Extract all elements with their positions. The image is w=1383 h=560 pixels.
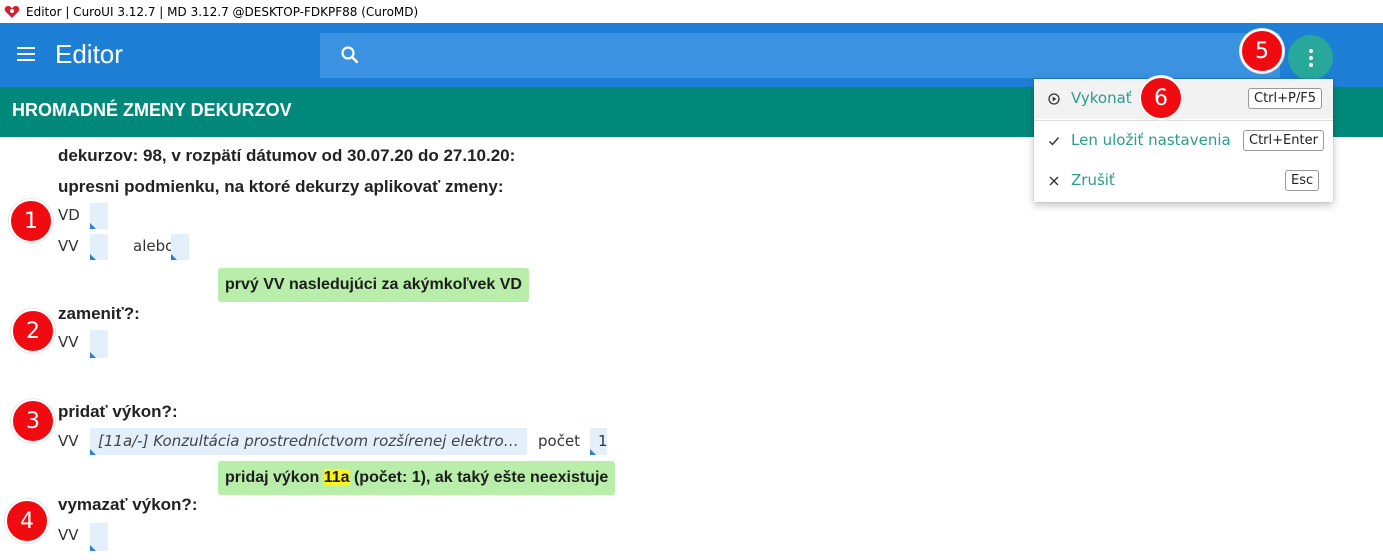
marker-1: 1	[9, 199, 53, 243]
menu-item-cancel[interactable]: Zrušiť Esc	[1034, 161, 1333, 201]
window-title: Editor | CuroUI 3.12.7 | MD 3.12.7 @DESK…	[26, 4, 419, 19]
more-vert-icon	[1308, 47, 1313, 68]
window-titlebar: Editor | CuroUI 3.12.7 | MD 3.12.7 @DESK…	[0, 0, 1383, 23]
add-hint-prefix: pridaj výkon	[225, 469, 324, 486]
condition-label: upresni podmienku, na ktoré dekurzy apli…	[58, 177, 504, 196]
menu-item-cancel-label: Zrušiť	[1071, 171, 1115, 189]
add-procedure-value: [11a/-] Konzultácia prostredníctvom rozš…	[98, 432, 527, 450]
menu-item-execute[interactable]: Vykonať Ctrl+P/F5	[1034, 79, 1333, 119]
more-options-button[interactable]	[1288, 35, 1333, 80]
count-field[interactable]: 1	[590, 428, 608, 455]
check-icon	[1049, 137, 1060, 146]
row-vv-label: VV	[58, 237, 79, 255]
marker-3: 3	[11, 399, 55, 443]
play-circle-icon	[1048, 93, 1060, 105]
delete-label: vymazať výkon?:	[58, 495, 198, 514]
marker-6: 6	[1139, 76, 1183, 120]
app-title: Editor	[55, 39, 123, 69]
menu-item-save-settings-shortcut: Ctrl+Enter	[1243, 130, 1324, 151]
or-label: alebo	[133, 237, 175, 255]
add-vv-label: VV	[58, 432, 79, 450]
replace-label: zameniť?:	[58, 304, 140, 323]
count-value: 1	[598, 432, 608, 450]
replace-vv-label: VV	[58, 333, 79, 351]
vd-field[interactable]	[90, 203, 108, 229]
menu-item-cancel-shortcut: Esc	[1285, 170, 1320, 191]
menu-item-save-settings[interactable]: Len uložiť nastavenia Ctrl+Enter	[1034, 121, 1333, 161]
vv-alt-field[interactable]	[171, 234, 189, 260]
hamburger-menu-icon[interactable]	[15, 45, 37, 63]
add-hint-suffix: (počet: 1), ak taký ešte neexistuje	[349, 469, 609, 486]
menu-item-save-settings-label: Len uložiť nastavenia	[1071, 131, 1231, 149]
search-input[interactable]	[372, 33, 1272, 78]
row-vd-label: VD	[58, 206, 80, 224]
summary-text: dekurzov: 98, v rozpätí dátumov od 30.07…	[58, 146, 516, 165]
replace-field[interactable]	[90, 330, 108, 358]
count-label: počet	[538, 432, 581, 450]
search-bar[interactable]	[320, 33, 1280, 78]
add-hint-code: 11a	[323, 469, 350, 486]
heart-logo-icon	[4, 5, 20, 18]
marker-5: 5	[1240, 29, 1284, 73]
actions-menu: Vykonať Ctrl+P/F5 Len uložiť nastavenia …	[1034, 79, 1333, 202]
close-icon	[1049, 176, 1059, 186]
delete-vv-label: VV	[58, 526, 79, 544]
marker-2: 2	[11, 309, 55, 353]
add-hint: pridaj výkon 11a (počet: 1), ak taký ešt…	[218, 461, 616, 495]
condition-hint: prvý VV nasledujúci za akýmkoľvek VD	[218, 268, 529, 302]
search-icon	[341, 46, 359, 64]
menu-item-execute-label: Vykonať	[1071, 89, 1132, 107]
add-label: pridať výkon?:	[58, 402, 178, 421]
delete-field[interactable]	[90, 523, 108, 551]
add-procedure-field[interactable]: [11a/-] Konzultácia prostredníctvom rozš…	[90, 428, 527, 455]
app-bar: Editor	[0, 23, 1383, 87]
marker-4: 4	[5, 499, 49, 543]
vv-field[interactable]	[90, 234, 108, 260]
menu-item-execute-shortcut: Ctrl+P/F5	[1248, 88, 1322, 109]
